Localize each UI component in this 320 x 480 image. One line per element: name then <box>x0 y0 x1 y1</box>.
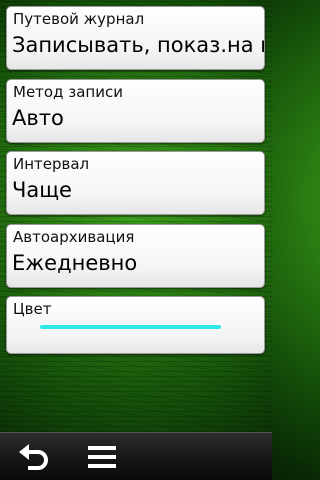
setting-label: Метод записи <box>13 83 123 101</box>
bottom-toolbar <box>0 432 272 480</box>
setting-interval[interactable]: Интервал Чаще <box>6 151 265 215</box>
color-swatch <box>40 325 221 329</box>
back-arrow-icon <box>19 444 48 470</box>
setting-value: Записывать, показ.на кар <box>12 33 264 57</box>
setting-auto-archive[interactable]: Автоархивация Ежедневно <box>6 224 265 288</box>
setting-label: Цвет <box>13 300 52 318</box>
setting-label: Интервал <box>13 155 90 173</box>
menu-button[interactable] <box>82 439 122 475</box>
setting-label: Автоархивация <box>13 228 135 246</box>
setting-recording-method[interactable]: Метод записи Авто <box>6 79 265 143</box>
back-button[interactable] <box>14 439 54 475</box>
setting-label: Путевой журнал <box>13 10 145 28</box>
setting-value: Чаще <box>12 178 72 202</box>
setting-color[interactable]: Цвет <box>6 296 265 354</box>
menu-icon <box>88 446 116 468</box>
setting-value: Авто <box>12 106 64 130</box>
setting-value: Ежедневно <box>12 251 138 275</box>
setting-track-log[interactable]: Путевой журнал Записывать, показ.на кар <box>6 6 265 70</box>
